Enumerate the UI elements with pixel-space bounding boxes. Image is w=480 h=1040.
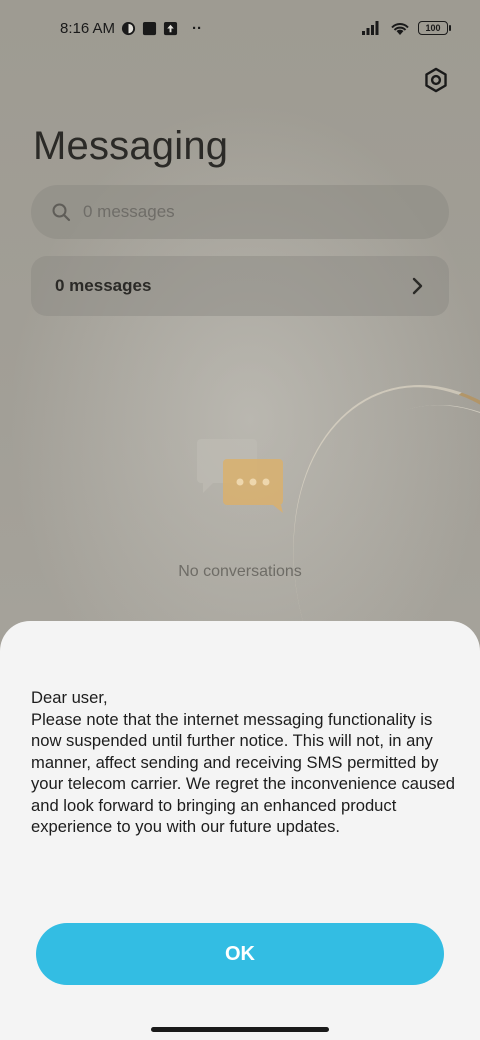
messages-card[interactable]: 0 messages [31,256,449,316]
status-bar: 8:16 AM ·· 100 [0,0,480,56]
vpn-icon [121,21,136,36]
more-notifications-icon: ·· [192,19,203,37]
wifi-icon [390,21,410,36]
empty-state-text: No conversations [178,563,302,580]
home-indicator[interactable] [151,1027,329,1032]
chevron-right-icon [412,277,423,295]
ok-button[interactable]: OK [36,923,444,985]
battery-level: 100 [425,23,441,33]
status-time: 8:16 AM [60,19,116,37]
battery-icon: 100 [418,21,451,35]
search-icon [52,203,71,222]
status-left: 8:16 AM ·· [60,20,202,37]
status-right: 100 [362,21,451,36]
app-notification-icon [142,21,157,36]
dialog-message: Dear user, Please note that the internet… [31,688,455,836]
settings-button[interactable] [418,62,454,98]
page-title: Messaging [33,124,229,168]
search-placeholder: 0 messages [83,202,175,221]
messages-card-label: 0 messages [55,276,152,295]
signal-icon [362,21,382,35]
search-input[interactable]: 0 messages [31,185,449,239]
upload-icon [163,21,178,36]
chat-bubbles-icon [197,439,283,513]
gear-icon [425,67,447,93]
